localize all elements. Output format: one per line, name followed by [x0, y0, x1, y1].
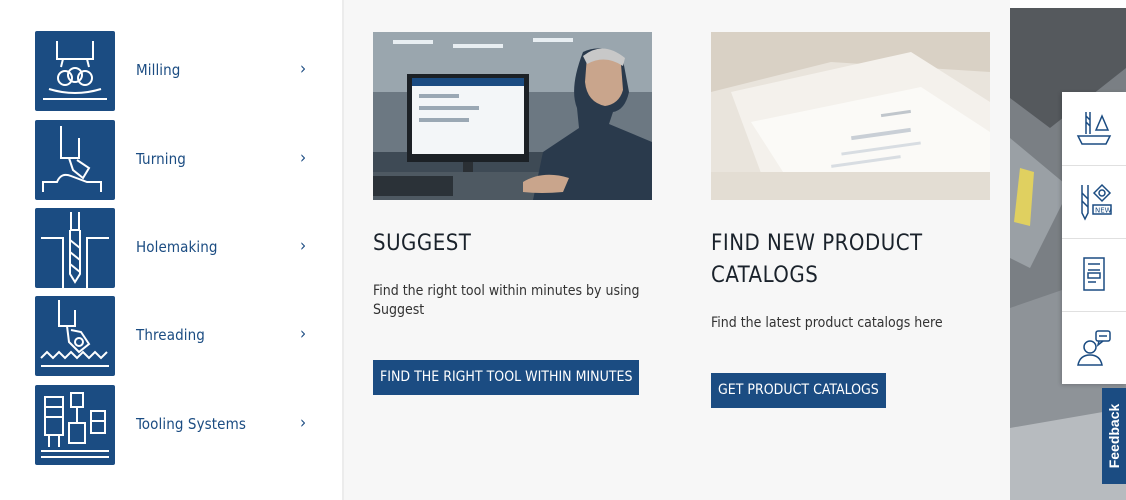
category-turning[interactable]: Turning › — [35, 120, 335, 200]
find-right-tool-button[interactable]: FIND THE RIGHT TOOL WITHIN MINUTES — [373, 360, 640, 395]
contact-expert-icon — [1077, 330, 1111, 366]
side-quick-tabs: NEW — [1062, 92, 1126, 384]
category-label: Turning — [136, 150, 186, 168]
catalog-icon — [1083, 257, 1105, 291]
suggest-card: SUGGEST Find the right tool within minut… — [373, 0, 673, 500]
category-tooling-systems[interactable]: Tooling Systems › — [35, 385, 335, 465]
catalogs-title: FIND NEW PRODUCT CATALOGS — [711, 231, 923, 288]
catalogs-image — [711, 32, 990, 200]
threading-icon — [35, 296, 115, 376]
product-configurator-icon — [1076, 112, 1112, 145]
milling-icon — [35, 31, 115, 111]
suggest-image — [373, 32, 652, 200]
tooling-systems-icon — [35, 385, 115, 465]
chevron-right-icon: › — [300, 413, 307, 433]
category-holemaking[interactable]: Holemaking › — [35, 208, 335, 288]
category-label: Milling — [136, 61, 181, 79]
catalog-tab[interactable] — [1062, 238, 1126, 312]
product-configurator-tab[interactable] — [1062, 92, 1126, 166]
suggest-title: SUGGEST — [373, 231, 472, 256]
feedback-button[interactable]: Feedback — [1102, 388, 1126, 484]
category-threading[interactable]: Threading › — [35, 296, 335, 376]
catalogs-card: FIND NEW PRODUCT CATALOGS Find the lates… — [711, 0, 1001, 500]
catalogs-description: Find the latest product catalogs here — [711, 315, 943, 331]
category-label: Tooling Systems — [136, 415, 246, 433]
chevron-right-icon: › — [300, 236, 307, 256]
chevron-right-icon: › — [300, 148, 307, 168]
contact-expert-tab[interactable] — [1062, 311, 1126, 384]
category-label: Holemaking — [136, 238, 218, 256]
chevron-right-icon: › — [300, 59, 307, 79]
category-milling[interactable]: Milling › — [35, 31, 335, 111]
category-label: Threading — [136, 326, 205, 344]
suggest-description: Find the right tool within minutes by us… — [373, 283, 640, 318]
feedback-label: Feedback — [1106, 403, 1122, 469]
category-nav: Milling › Turning › Holemaking › Threadi… — [0, 0, 342, 500]
holemaking-icon — [35, 208, 115, 288]
svg-text:NEW: NEW — [1095, 207, 1112, 215]
turning-icon — [35, 120, 115, 200]
new-products-tab[interactable]: NEW — [1062, 165, 1126, 239]
get-product-catalogs-button[interactable]: GET PRODUCT CATALOGS — [711, 373, 886, 408]
chevron-right-icon: › — [300, 324, 307, 344]
promo-panel: SUGGEST Find the right tool within minut… — [344, 0, 1010, 500]
new-products-icon: NEW — [1081, 183, 1112, 221]
